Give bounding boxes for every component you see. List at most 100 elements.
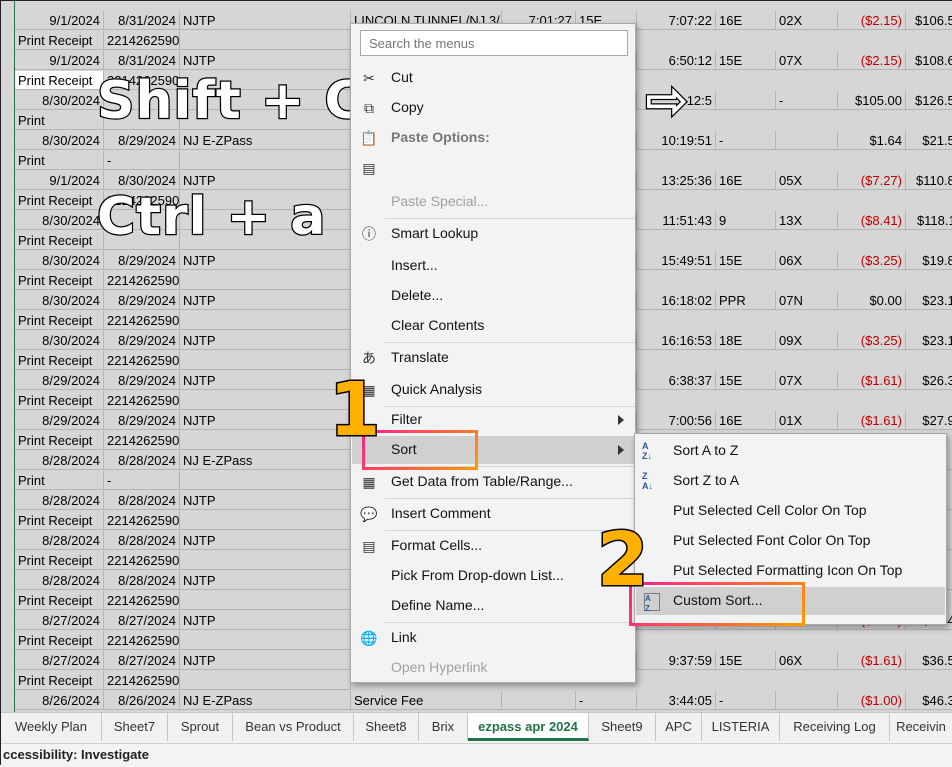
cell-date1[interactable]: 8/30/2024 — [15, 91, 104, 110]
cell-balance[interactable]: $118.11 — [906, 211, 952, 230]
cell-date2[interactable]: 8/29/2024 — [104, 371, 180, 390]
tab-receivin[interactable]: Receivin — [890, 713, 952, 741]
cell-agency[interactable]: NJTP — [180, 291, 351, 310]
tab-receiving-log[interactable]: Receiving Log — [780, 713, 890, 741]
cell-col9[interactable]: 16E — [716, 11, 776, 30]
cell-date1[interactable]: 8/28/2024 — [15, 491, 104, 510]
cell-balance[interactable]: $23.13 — [906, 331, 952, 350]
cell-amount[interactable]: ($1.61) — [838, 651, 906, 670]
cell-time1[interactable] — [502, 691, 576, 710]
cell-time2[interactable]: 13:25:36 — [637, 171, 716, 190]
cell-receipt-label[interactable]: Print — [15, 471, 104, 490]
tab-sheet8[interactable]: Sheet8 — [354, 713, 419, 741]
cell-col10[interactable]: 06X — [776, 651, 838, 670]
menu-item-link[interactable]: 🌐 Link — [352, 624, 634, 652]
cell-col9[interactable]: PPR — [716, 291, 776, 310]
table-row[interactable]: 8/26/2024 8/26/2024 NJ E-ZPass Service Fee -… — [15, 691, 952, 711]
cell-col10[interactable]: 05X — [776, 171, 838, 190]
cell-col10[interactable]: 02X — [776, 11, 838, 30]
cell-empty[interactable] — [180, 151, 351, 170]
cell-receipt-ref[interactable]: 2214262590 — [104, 551, 180, 570]
cell-amount[interactable]: $0.00 — [838, 291, 906, 310]
menu-item-format-cells[interactable]: ▤ Format Cells... — [352, 532, 634, 560]
cell-date1[interactable]: 8/30/2024 — [15, 291, 104, 310]
cell-agency[interactable]: NJ E-ZPass — [180, 691, 351, 710]
cell-receipt-ref[interactable]: 2214262590 — [104, 311, 180, 330]
cell-date2[interactable]: 8/29/2024 — [104, 411, 180, 430]
cell-balance[interactable]: $21.52 — [906, 131, 952, 150]
cell-empty[interactable] — [180, 311, 351, 330]
cell-date2[interactable]: 8/28/2024 — [104, 491, 180, 510]
cell-balance[interactable]: $36.58 — [906, 651, 952, 670]
cell-receipt-label[interactable]: Print Receipt — [15, 671, 104, 690]
menu-item-delete[interactable]: Delete... — [352, 282, 634, 310]
cell-amount[interactable]: $105.00 — [838, 91, 906, 110]
cell-receipt-label[interactable]: Print Receipt — [15, 191, 104, 210]
cell-col10[interactable]: 07X — [776, 371, 838, 390]
menu-item-copy[interactable]: ⧉ Copy — [352, 94, 634, 122]
menu-search-input[interactable] — [360, 30, 628, 56]
cell-date1[interactable]: 9/1/2024 — [15, 51, 104, 70]
cell-amount[interactable]: ($1.00) — [838, 691, 906, 710]
submenu-item-sort-a-z[interactable]: A Z↓ Sort A to Z — [636, 437, 945, 465]
cell-receipt-label[interactable]: Print — [15, 111, 104, 130]
cell-balance[interactable]: $19.88 — [906, 251, 952, 270]
cell-balance[interactable]: $110.84 — [906, 171, 952, 190]
cell-col9[interactable]: 15E — [716, 51, 776, 70]
cell-date2[interactable]: 8/29/2024 — [104, 251, 180, 270]
cell-agency[interactable]: NJTP — [180, 651, 351, 670]
cell-receipt-label[interactable]: Print Receipt — [15, 351, 104, 370]
cell-empty[interactable] — [180, 591, 351, 610]
cell-receipt-ref[interactable]: 2214262590 — [104, 431, 180, 450]
menu-item-translate[interactable]: あ Translate — [352, 344, 634, 372]
cell-col9[interactable]: 15E — [716, 371, 776, 390]
cell-date1[interactable]: 8/29/2024 — [15, 371, 104, 390]
cell-date2[interactable]: 8/28/2024 — [104, 571, 180, 590]
cell-receipt-ref[interactable]: 2214262590 — [104, 671, 180, 690]
cell-agency[interactable]: NJTP — [180, 531, 351, 550]
cell-receipt-label[interactable]: Print Receipt — [15, 391, 104, 410]
cell-date1[interactable]: 8/26/2024 — [15, 691, 104, 710]
cell-time2[interactable]: 16:18:02 — [637, 291, 716, 310]
cell-col10[interactable]: - — [776, 91, 838, 110]
cell-receipt-label[interactable]: Print Receipt — [15, 431, 104, 450]
cell-balance[interactable]: $108.69 — [906, 51, 952, 70]
menu-item-cut[interactable]: ✂ Cut — [352, 64, 634, 92]
cell-time2[interactable]: 15:49:51 — [637, 251, 716, 270]
cell-receipt-label[interactable]: Print Receipt — [15, 631, 104, 650]
accessibility-status[interactable]: ccessibility: Investigate — [3, 747, 149, 762]
menu-item-quick-analysis[interactable]: ▦ Quick Analysis — [352, 376, 634, 404]
cell-agency[interactable]: NJTP — [180, 491, 351, 510]
cell-empty[interactable] — [180, 511, 351, 530]
cell-col10[interactable]: 07X — [776, 51, 838, 70]
cell-date1[interactable]: 8/28/2024 — [15, 531, 104, 550]
cell-col9[interactable]: 16E — [716, 171, 776, 190]
cell-date1[interactable]: 8/30/2024 — [15, 251, 104, 270]
cell-agency[interactable]: NJ E-ZPass — [180, 451, 351, 470]
cell-col9[interactable]: 15E — [716, 651, 776, 670]
cell-agency[interactable]: NJTP — [180, 571, 351, 590]
submenu-item-font-color[interactable]: Put Selected Font Color On Top — [636, 527, 945, 555]
cell-empty[interactable] — [180, 431, 351, 450]
submenu-item-format-icon[interactable]: Put Selected Formatting Icon On Top — [636, 557, 945, 585]
cell-agency[interactable]: NJTP — [180, 11, 351, 30]
tab-weekly-plan[interactable]: Weekly Plan — [1, 713, 102, 741]
cell-balance[interactable]: $27.99 — [906, 411, 952, 430]
cell-balance[interactable]: $106.54 — [906, 11, 952, 30]
cell-empty[interactable] — [180, 271, 351, 290]
cell-time2[interactable]: 6:50:12 — [637, 51, 716, 70]
cell-receipt-label[interactable]: Print Receipt — [15, 311, 104, 330]
cell-empty[interactable] — [180, 351, 351, 370]
cell-date1[interactable]: 8/30/2024 — [15, 331, 104, 350]
cell-time2[interactable]: 6:38:37 — [637, 371, 716, 390]
cell-time2[interactable]: 7:07:22 — [637, 11, 716, 30]
cell-col10[interactable]: 01X — [776, 411, 838, 430]
cell-receipt-ref[interactable]: 2214262590 — [104, 31, 180, 50]
tab-bean-vs-product[interactable]: Bean vs Product — [233, 713, 354, 741]
cell-amount[interactable]: ($3.25) — [838, 251, 906, 270]
cell-empty[interactable] — [180, 551, 351, 570]
menu-item-define-name[interactable]: Define Name... — [352, 592, 634, 620]
cell-balance[interactable]: $26.38 — [906, 371, 952, 390]
cell-date1[interactable]: 8/27/2024 — [15, 651, 104, 670]
cell-agency[interactable]: NJTP — [180, 611, 351, 630]
